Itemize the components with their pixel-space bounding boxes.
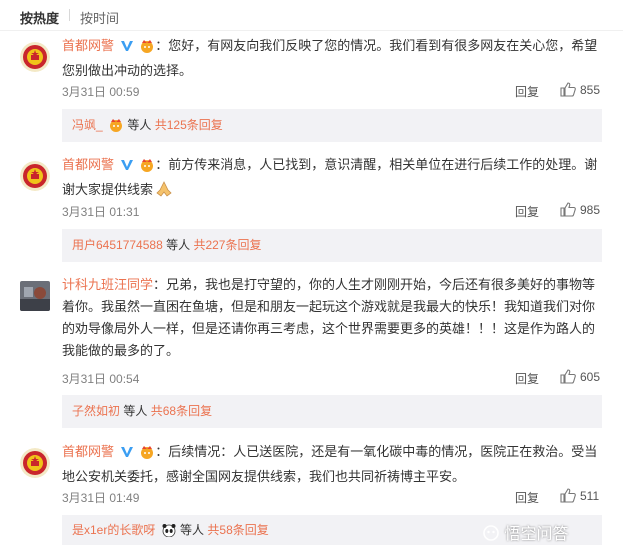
comment-username[interactable]: 计科九班汪同学 bbox=[62, 277, 153, 292]
vip-crown-icon bbox=[139, 157, 155, 179]
like-count: 855 bbox=[580, 83, 601, 97]
sub-reply-count-link[interactable]: 共58条回复 bbox=[207, 523, 268, 537]
sub-reply-user[interactable]: 是x1er的长歌呀 bbox=[72, 523, 155, 537]
watermark: 悟空问答 bbox=[482, 520, 568, 544]
sub-reply-user[interactable]: 子然如初 bbox=[72, 404, 120, 418]
reply-button[interactable]: 回复 bbox=[515, 83, 539, 100]
comment-username[interactable]: 首都网警 bbox=[62, 444, 114, 459]
verified-icon bbox=[120, 444, 134, 466]
praying-hands-emoji-icon bbox=[155, 181, 173, 204]
like-button[interactable]: 605 bbox=[560, 369, 600, 384]
sort-by-hot-tab[interactable]: 按热度 bbox=[20, 8, 59, 27]
reply-button[interactable]: 回复 bbox=[515, 370, 539, 387]
vip-crown-icon bbox=[108, 112, 124, 145]
like-button[interactable]: 985 bbox=[560, 202, 600, 217]
like-button[interactable]: 511 bbox=[560, 488, 599, 503]
thumbs-up-icon bbox=[560, 488, 576, 503]
verified-icon bbox=[120, 157, 134, 179]
police-emblem-icon bbox=[20, 42, 50, 72]
comment-time: 3月31日 01:31 bbox=[62, 205, 140, 219]
divider bbox=[69, 9, 70, 21]
police-emblem-icon bbox=[20, 448, 50, 478]
sub-reply-bar[interactable]: 子然如初 等人 共68条回复 bbox=[62, 395, 602, 428]
like-button[interactable]: 855 bbox=[560, 82, 600, 97]
comment-username[interactable]: 首都网警 bbox=[62, 157, 114, 172]
user-photo-icon bbox=[20, 281, 50, 311]
panda-emoji-icon bbox=[161, 518, 177, 548]
sub-reply-others: 等人 bbox=[166, 238, 191, 252]
watermark-text: 悟空问答 bbox=[504, 526, 569, 543]
sub-reply-others: 等人 bbox=[180, 523, 205, 537]
reply-button[interactable]: 回复 bbox=[515, 203, 539, 220]
sub-reply-user[interactable]: 用户6451774588 bbox=[72, 238, 163, 252]
thumbs-up-icon bbox=[560, 202, 576, 217]
thumbs-up-icon bbox=[560, 82, 576, 97]
sort-by-time-tab[interactable]: 按时间 bbox=[80, 8, 119, 27]
sub-reply-count-link[interactable]: 共68条回复 bbox=[151, 404, 212, 418]
like-count: 605 bbox=[580, 370, 601, 384]
avatar[interactable] bbox=[20, 161, 50, 191]
police-emblem-icon bbox=[20, 161, 50, 191]
sub-reply-others: 等人 bbox=[127, 118, 152, 132]
sub-reply-bar[interactable]: 冯飒_ 等人 共125条回复 bbox=[62, 109, 602, 142]
sub-reply-count-link[interactable]: 共125条回复 bbox=[155, 118, 223, 132]
sub-reply-bar[interactable]: 用户6451774588 等人 共227条回复 bbox=[62, 229, 602, 262]
sub-reply-count-link[interactable]: 共227条回复 bbox=[193, 238, 261, 252]
wukong-logo-icon bbox=[483, 525, 499, 541]
comment-username[interactable]: 首都网警 bbox=[62, 38, 114, 53]
verified-icon bbox=[120, 38, 134, 60]
comment-time: 3月31日 00:54 bbox=[62, 372, 140, 386]
sub-reply-others: 等人 bbox=[123, 404, 148, 418]
comment-time: 3月31日 01:49 bbox=[62, 491, 140, 505]
avatar[interactable] bbox=[20, 281, 50, 311]
vip-crown-icon bbox=[139, 38, 155, 60]
comment-time: 3月31日 00:59 bbox=[62, 85, 140, 99]
vip-crown-icon bbox=[139, 444, 155, 466]
thumbs-up-icon bbox=[560, 369, 576, 384]
sub-reply-user[interactable]: 冯飒_ bbox=[72, 118, 103, 132]
reply-button[interactable]: 回复 bbox=[515, 489, 539, 506]
like-count: 985 bbox=[580, 203, 601, 217]
sort-bar: 按热度 按时间 bbox=[0, 0, 623, 31]
avatar[interactable] bbox=[20, 448, 50, 478]
avatar[interactable] bbox=[20, 42, 50, 72]
like-count: 511 bbox=[580, 489, 600, 503]
